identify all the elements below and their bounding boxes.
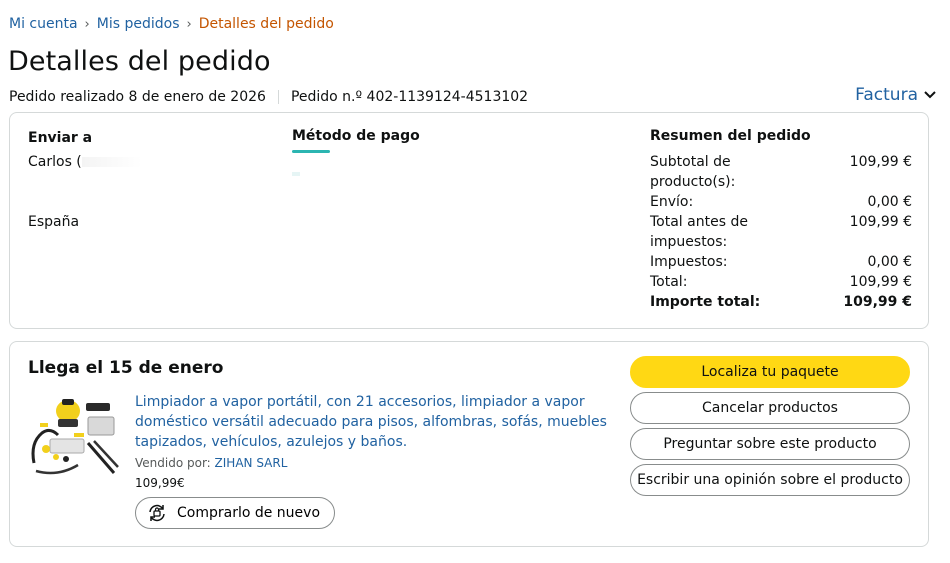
redacted-block [292,172,300,176]
summary-value: 0,00 € [867,194,912,210]
product-title-link[interactable]: Limpiador a vapor portátil, con 21 acces… [135,392,615,452]
breadcrumb-current: Detalles del pedido [198,16,334,32]
summary-value: 109,99 € [843,294,912,310]
cancel-items-button[interactable]: Cancelar productos [630,392,910,424]
seller-link[interactable]: ZIHAN SARL [215,456,288,470]
summary-row-grand-total: Importe total: 109,99 € [650,292,912,312]
breadcrumb-separator: › [186,16,192,32]
meta-divider [277,90,279,104]
page-title: Detalles del pedido [8,46,271,77]
summary-label: Total antes de impuestos: [650,214,748,250]
breadcrumb-my-orders[interactable]: Mis pedidos [97,16,180,32]
order-meta: Pedido realizado 8 de enero de 2026 Pedi… [9,89,528,105]
summary-label: Impuestos: [650,254,728,270]
summary-value: 109,99 € [849,274,912,290]
summary-row-pretax: Total antes de impuestos: 109,99 € [650,212,912,252]
summary-label: Envío: [650,194,694,210]
summary-value: 109,99 € [849,214,912,230]
buy-again-label: Comprarlo de nuevo [177,505,321,521]
summary-value: 109,99 € [849,154,912,170]
summary-label: Total: [650,274,688,290]
ask-product-question-button[interactable]: Preguntar sobre este producto [630,428,910,460]
invoice-label: Factura [855,85,918,105]
shipment-card: Llega el 15 de enero Limpiador a vapor p… [9,341,929,547]
summary-label: Importe total: [650,294,761,310]
order-summary: Resumen del pedido Subtotal de producto(… [650,128,912,312]
buy-again-icon [149,504,165,522]
buy-again-button[interactable]: Comprarlo de nuevo [135,497,336,529]
order-summary-card: Enviar a Carlos ( España Método de pago … [9,112,929,329]
invoice-dropdown[interactable]: Factura [855,85,936,105]
breadcrumb: Mi cuenta › Mis pedidos › Detalles del p… [9,16,334,32]
summary-row-total: Total: 109,99 € [650,272,912,292]
product-price: 109,99€ [135,476,185,490]
write-review-button[interactable]: Escribir una opinión sobre el producto [630,464,910,496]
summary-value: 0,00 € [867,254,912,270]
order-number: Pedido n.º 402-1139124-4513102 [290,89,529,105]
summary-row-tax: Impuestos: 0,00 € [650,252,912,272]
sold-by-label: Vendido por: [135,456,211,470]
payment-card-indicator [292,150,330,153]
breadcrumb-my-account[interactable]: Mi cuenta [9,16,78,32]
summary-row-subtotal: Subtotal de producto(s): 109,99 € [650,152,912,192]
chevron-down-icon [924,91,936,99]
ship-to-country: España [28,214,80,230]
ship-to-name: Carlos ( [28,152,142,172]
order-summary-title: Resumen del pedido [650,128,811,144]
arrival-date: Llega el 15 de enero [28,358,224,378]
breadcrumb-separator: › [84,16,90,32]
order-date: Pedido realizado 8 de enero de 2026 [9,89,266,105]
redacted-block [81,157,142,167]
shipment-actions: Localiza tu paquete Cancelar productos P… [630,356,910,500]
track-package-button[interactable]: Localiza tu paquete [630,356,910,388]
summary-row-shipping: Envío: 0,00 € [650,192,912,212]
product-image[interactable] [28,393,120,479]
ship-to-title: Enviar a [28,130,93,146]
payment-method-title: Método de pago [292,128,420,144]
summary-label: Subtotal de producto(s): [650,154,736,190]
ship-to-redacted [28,172,142,192]
ship-to-redacted [28,192,142,212]
ship-to-section: Enviar a Carlos ( España [28,128,142,232]
sold-by: Vendido por: ZIHAN SARL [135,456,287,470]
